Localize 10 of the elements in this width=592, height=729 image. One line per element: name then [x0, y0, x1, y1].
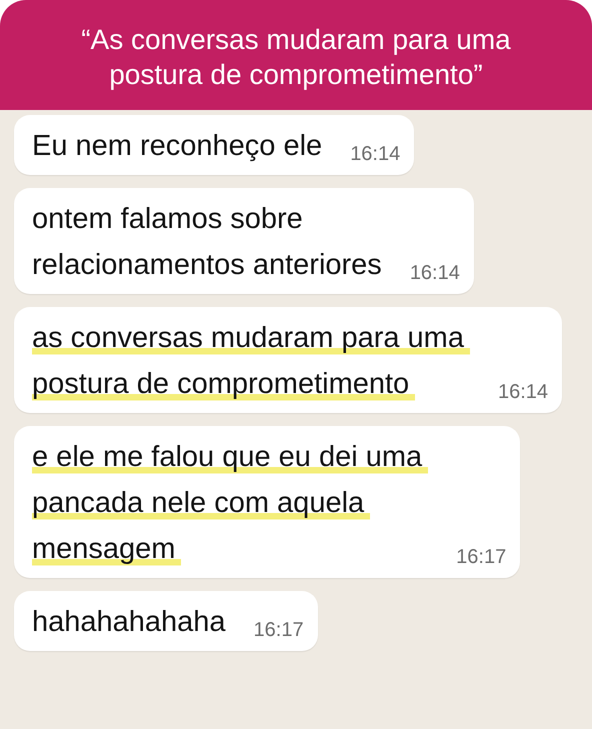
message-text: Eu nem reconheço ele [32, 129, 322, 164]
header-title: “As conversas mudaram para uma postura de comprometimento” [80, 23, 512, 92]
message-time: 16:17 [456, 545, 506, 570]
message-text: relacionamentos anteriores [32, 248, 382, 283]
message-time: 16:17 [254, 618, 304, 643]
message-time: 16:14 [410, 261, 460, 286]
message-time: 16:14 [350, 142, 400, 167]
message-text: hahahahahaha [32, 605, 226, 640]
message-text: ontem falamos sobre [32, 202, 303, 237]
message-time: 16:14 [498, 380, 548, 405]
